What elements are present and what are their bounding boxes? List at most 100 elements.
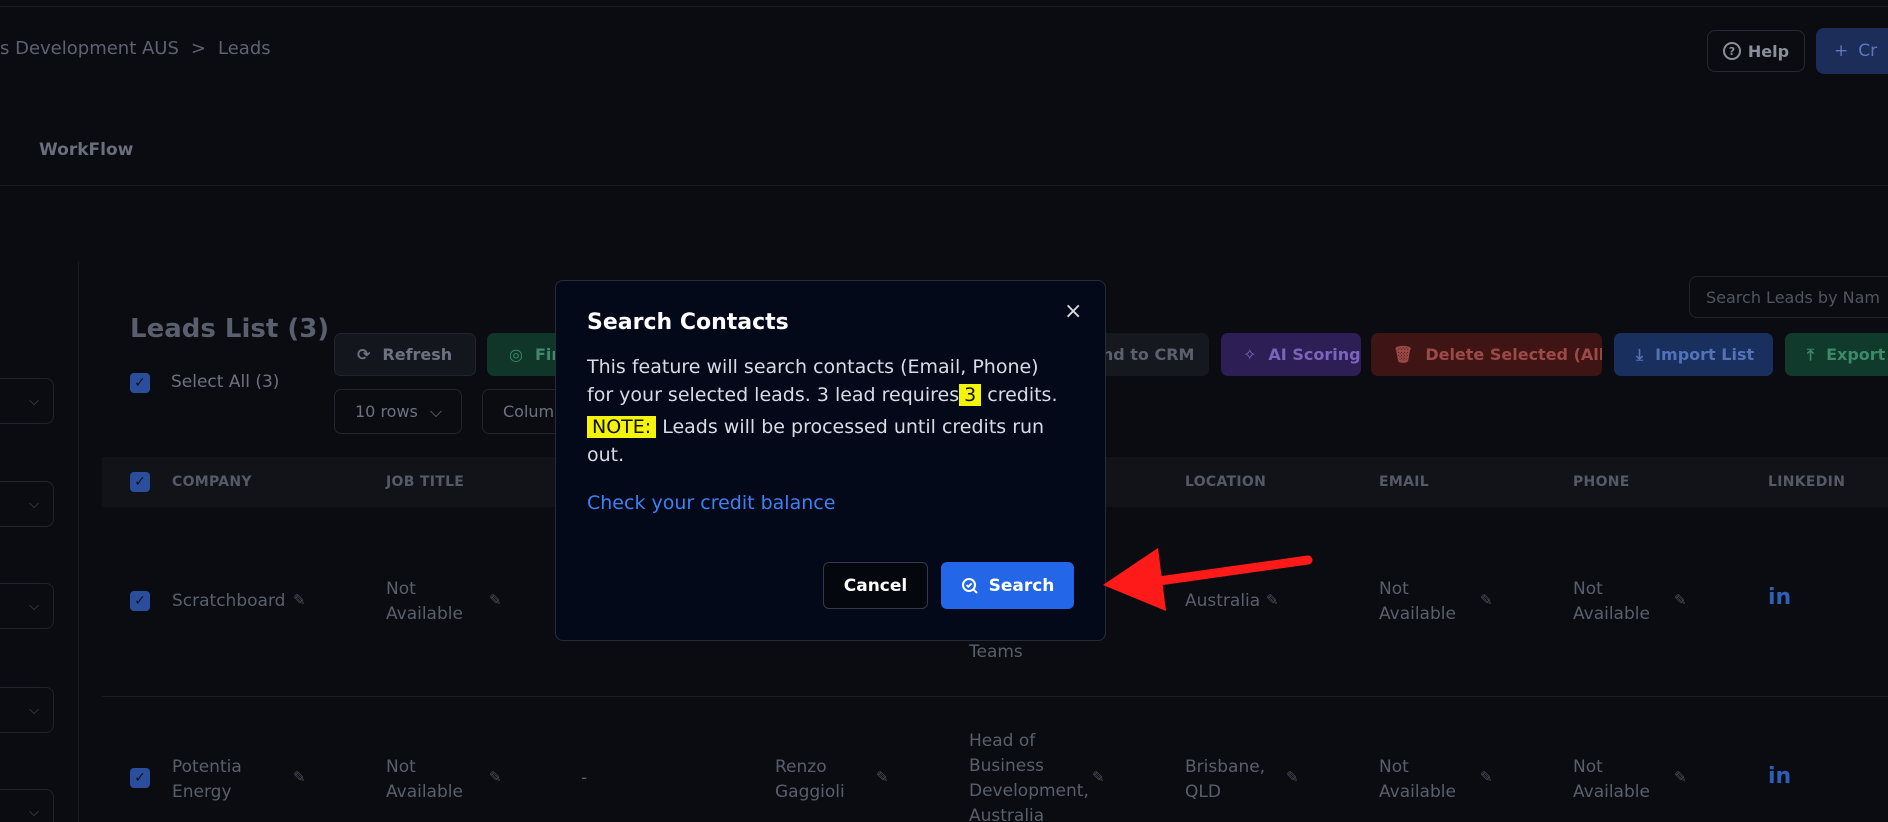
title-cell: Head of Business Development, Australia <box>969 731 1089 822</box>
row-checkbox[interactable]: ✓ <box>130 768 150 788</box>
pencil-icon[interactable]: ✎ <box>1092 768 1105 786</box>
pencil-icon[interactable]: ✎ <box>489 768 502 786</box>
breadcrumb-separator: > <box>190 38 207 59</box>
pencil-icon[interactable]: ✎ <box>1286 768 1299 786</box>
ai-scoring-button[interactable]: ✧ AI Scoring <box>1221 333 1361 376</box>
modal-description: This feature will search contacts (Email… <box>587 356 1039 378</box>
create-label: Cr <box>1858 41 1878 61</box>
pencil-icon[interactable]: ✎ <box>489 591 502 609</box>
pencil-icon[interactable]: ✎ <box>876 768 889 786</box>
rows-label: 10 rows <box>355 402 418 421</box>
import-label: Import List <box>1655 345 1755 364</box>
help-button[interactable]: ? Help <box>1707 30 1805 72</box>
modal-body: This feature will search contacts (Email… <box>587 353 1077 469</box>
rows-per-page-select[interactable]: 10 rows ⌵ <box>334 389 462 434</box>
ai-scoring-label: AI Scoring <box>1268 345 1361 364</box>
export-label: Export <box>1826 345 1886 364</box>
search-icon: ◎ <box>509 345 523 364</box>
check-credit-balance-link[interactable]: Check your credit balance <box>587 492 835 514</box>
phone-cell: Not Available <box>1573 757 1650 802</box>
search-leads-input[interactable]: Search Leads by Nam <box>1689 276 1888 318</box>
pencil-icon[interactable]: ✎ <box>1480 591 1493 609</box>
refresh-label: Refresh <box>382 345 453 364</box>
chevron-down-icon: ⌵ <box>29 496 39 512</box>
company-cell: Potentia Energy <box>172 757 242 802</box>
company-cell: Scratchboard <box>172 591 286 611</box>
column-header-company[interactable]: COMPANY <box>172 474 252 490</box>
pencil-icon[interactable]: ✎ <box>293 768 306 786</box>
refresh-icon: ⟳ <box>357 345 371 364</box>
chevron-down-icon: ⌵ <box>29 804 39 820</box>
create-button[interactable]: + Cr <box>1816 28 1888 74</box>
chevron-down-icon: ⌵ <box>29 702 39 718</box>
pencil-icon[interactable]: ✎ <box>1674 768 1687 786</box>
email-cell: Not Available <box>1379 579 1456 624</box>
modal-note: NOTE: Leads will be processed until cred… <box>587 413 1077 469</box>
linkedin-icon[interactable]: in <box>1768 764 1791 789</box>
pencil-icon[interactable]: ✎ <box>1674 591 1687 609</box>
columns-label: Colum <box>503 402 555 421</box>
dash-cell: - <box>581 768 588 788</box>
top-divider <box>0 6 1888 7</box>
filter-dropdown[interactable]: ⌵ <box>0 481 54 527</box>
delete-label: Delete Selected (All) <box>1425 345 1602 364</box>
search-button[interactable]: Search <box>941 562 1074 609</box>
delete-selected-button[interactable]: 🗑 Delete Selected (All) <box>1371 333 1602 376</box>
plus-icon: + <box>1834 41 1849 61</box>
ai-icon: ✧ <box>1243 345 1257 364</box>
location-cell: Brisbane, QLD <box>1185 757 1266 802</box>
select-all-checkbox[interactable]: ✓ <box>130 373 150 393</box>
column-header-email[interactable]: EMAIL <box>1379 474 1429 490</box>
cancel-button[interactable]: Cancel <box>823 562 928 609</box>
columns-select[interactable]: Colum <box>482 389 562 434</box>
leads-list-title: Leads List (3) <box>130 314 330 344</box>
phone-cell: Not Available <box>1573 579 1650 624</box>
column-header-job-title[interactable]: JOB TITLE <box>386 474 464 490</box>
export-button[interactable]: ⤒ Export <box>1785 333 1888 376</box>
modal-credits-text: for your selected leads. 3 lead requires <box>587 384 960 406</box>
close-icon[interactable]: × <box>1064 301 1082 323</box>
modal-title: Search Contacts <box>587 310 789 335</box>
job-title-cell: Not Available <box>386 757 463 802</box>
row-checkbox[interactable]: ✓ <box>130 591 150 611</box>
pencil-icon[interactable]: ✎ <box>1480 768 1493 786</box>
tab-workflow[interactable]: WorkFlow <box>39 140 133 160</box>
modal-credits-line: for your selected leads. 3 lead requires… <box>587 381 1077 409</box>
filter-dropdown[interactable]: ⌵ <box>0 583 54 629</box>
chevron-down-icon: ⌵ <box>429 401 443 421</box>
email-cell: Not Available <box>1379 757 1456 802</box>
chevron-down-icon: ⌵ <box>29 598 39 614</box>
refresh-button[interactable]: ⟳ Refresh <box>334 333 476 376</box>
row-divider <box>102 696 1888 697</box>
help-label: Help <box>1747 41 1790 61</box>
filter-dropdown[interactable]: ⌵ <box>0 789 54 822</box>
arrow-annotation <box>1103 548 1313 611</box>
column-header-linkedin[interactable]: LINKEDIN <box>1768 474 1845 490</box>
search-icon <box>961 577 978 594</box>
trash-icon: 🗑 <box>1393 345 1414 364</box>
import-icon: ⤓ <box>1636 344 1644 364</box>
title-cell: Teams <box>969 642 1023 662</box>
breadcrumb: s Development AUS > Leads <box>0 38 271 59</box>
filter-dropdown[interactable]: ⌵ <box>0 378 54 424</box>
pencil-icon[interactable]: ✎ <box>293 591 306 609</box>
help-icon: ? <box>1722 42 1741 60</box>
search-contacts-modal: Search Contacts × This feature will sear… <box>555 280 1106 641</box>
leads-page: s Development AUS > Leads ? Help + Cr Work… <box>0 0 1888 822</box>
name-cell: Renzo Gaggioli <box>775 757 845 802</box>
linkedin-icon[interactable]: in <box>1768 585 1791 610</box>
send-crm-label: end to CRM <box>1091 345 1195 364</box>
sidebar-divider <box>78 262 79 822</box>
tab-divider <box>0 185 1888 186</box>
breadcrumb-parent[interactable]: s Development AUS <box>0 38 179 59</box>
export-icon: ⤒ <box>1807 344 1815 364</box>
column-header-location[interactable]: LOCATION <box>1185 474 1266 490</box>
filter-dropdown[interactable]: ⌵ <box>0 687 54 733</box>
credits-count: 3 <box>959 384 982 406</box>
breadcrumb-current: Leads <box>218 38 271 59</box>
import-list-button[interactable]: ⤓ Import List <box>1614 333 1773 376</box>
header-checkbox[interactable]: ✓ <box>130 472 150 492</box>
column-header-phone[interactable]: PHONE <box>1573 474 1630 490</box>
select-all-label[interactable]: Select All (3) <box>171 372 279 392</box>
search-button-label: Search <box>988 575 1055 596</box>
